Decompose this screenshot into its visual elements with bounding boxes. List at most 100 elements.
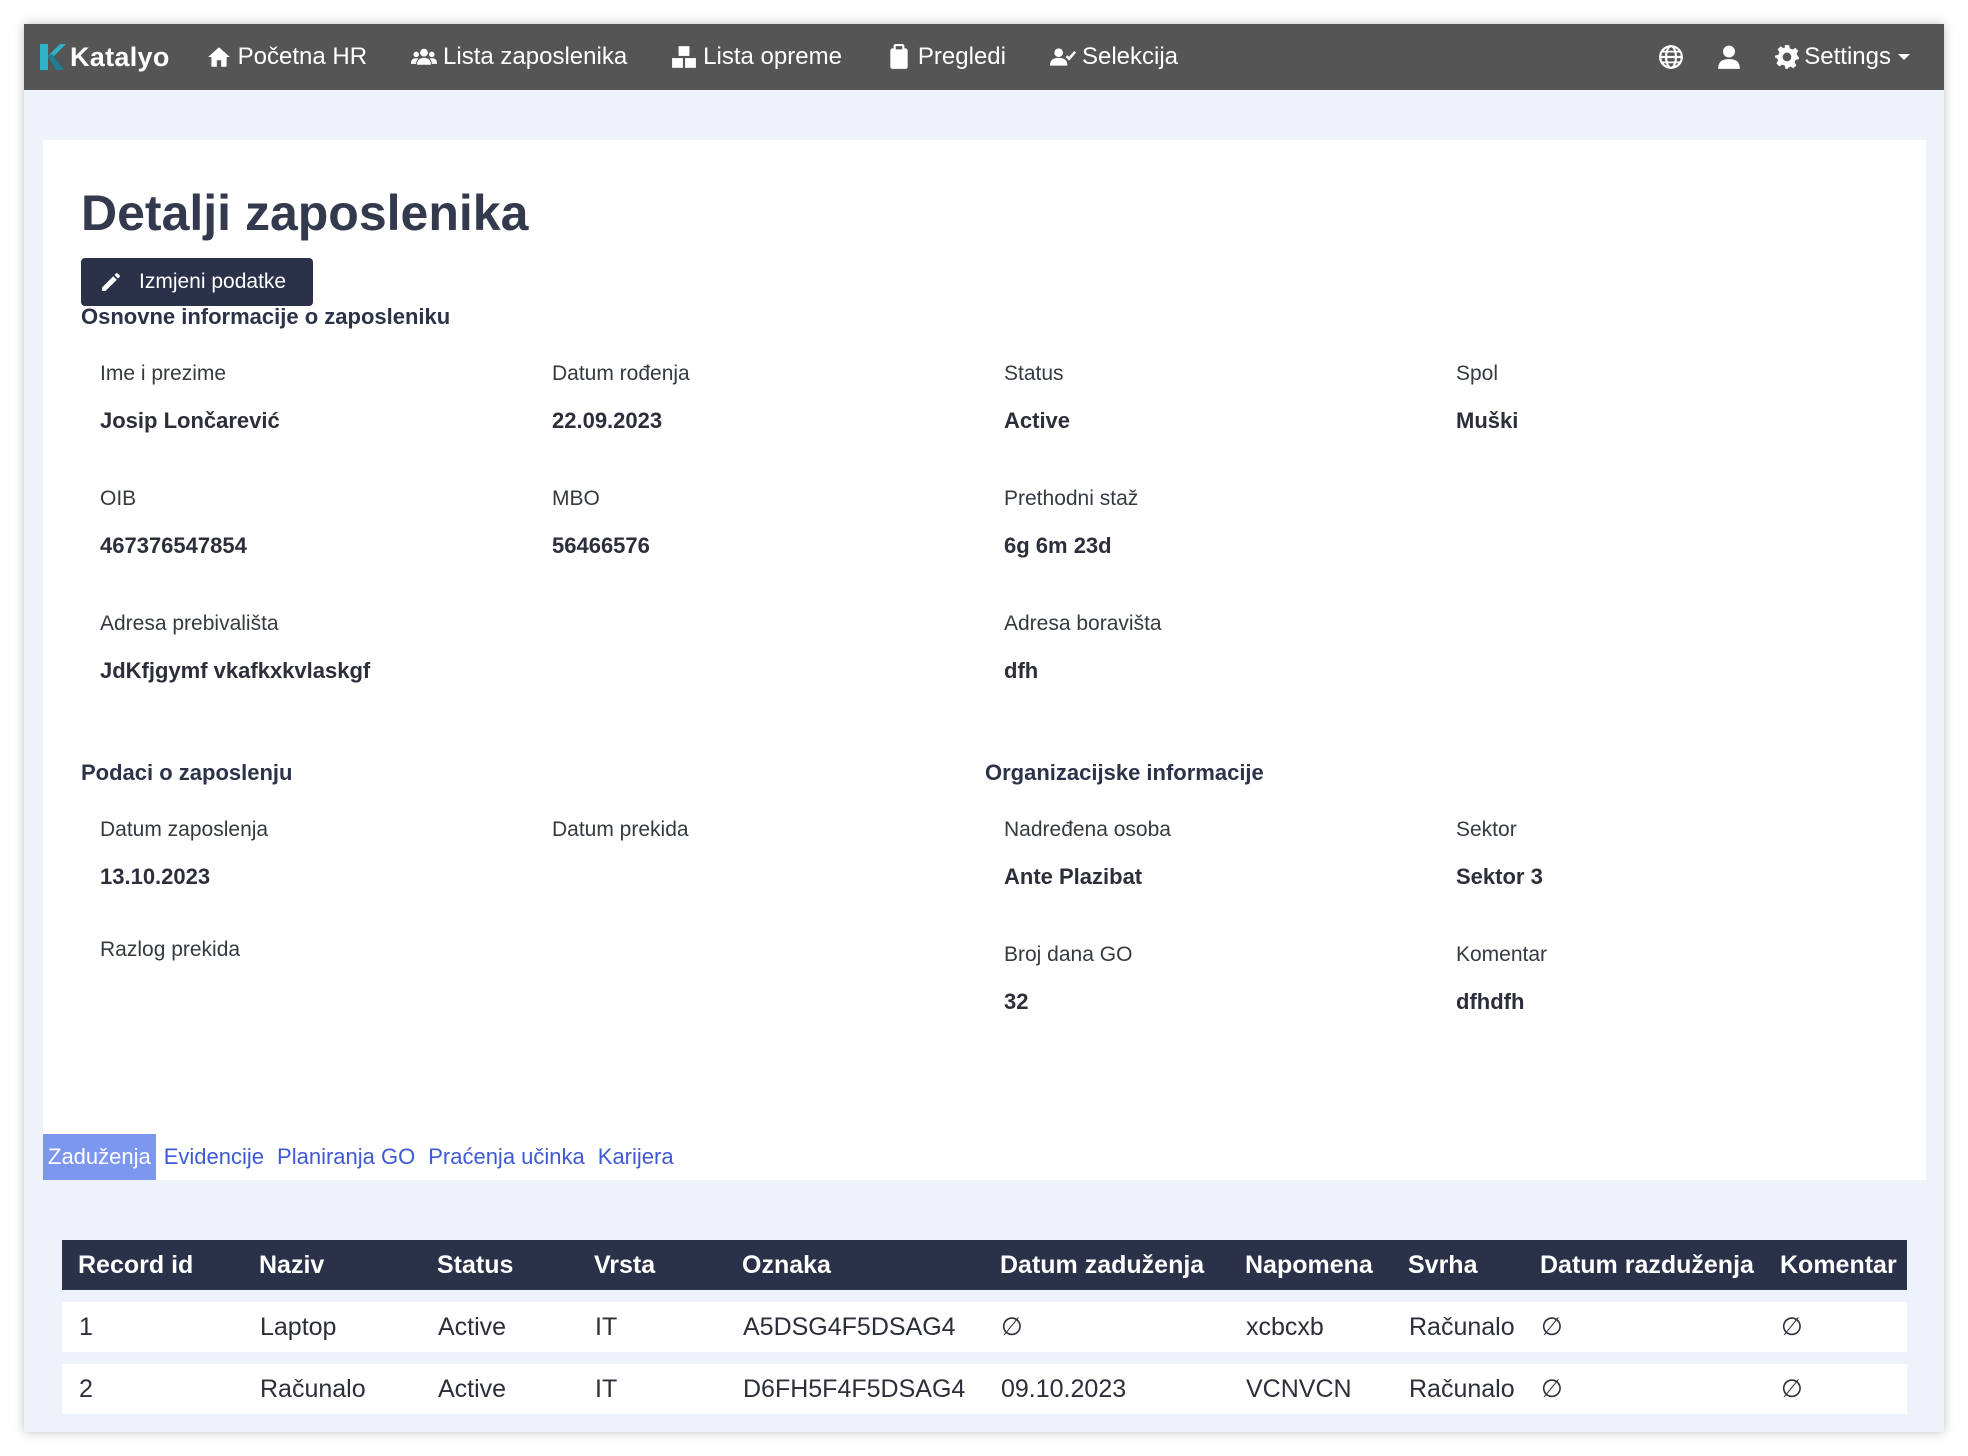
field-label: Spol: [1456, 362, 1499, 385]
settings-dropdown[interactable]: Settings: [1774, 43, 1910, 71]
edit-details-button[interactable]: Izmjeni podatke: [81, 258, 313, 306]
table-row[interactable]: 2 Računalo Active IT D6FH5F4F5DSAG4 09.1…: [62, 1364, 1907, 1414]
chevron-down-icon: [1898, 54, 1910, 60]
katalyo-logo-icon: [40, 44, 66, 70]
tab-karijera[interactable]: Karijera: [593, 1134, 679, 1180]
nav-item-lista-opreme[interactable]: Lista opreme: [671, 43, 842, 71]
app-window: Katalyo Početna HR Lista zaposlenika Lis…: [24, 24, 1944, 1432]
nav-item-label: Lista opreme: [703, 43, 842, 70]
employee-details-card: Detalji zaposlenika Izmjeni podatke Osno…: [43, 140, 1926, 1432]
field-label: Sektor: [1456, 818, 1517, 841]
table-header-row: Record id Naziv Status Vrsta Oznaka Datu…: [62, 1240, 1907, 1290]
user-profile-button[interactable]: [1716, 44, 1742, 70]
home-icon: [207, 47, 230, 67]
field-razlog-prekida: Razlog prekida: [100, 938, 520, 984]
table-cell: Računalo: [243, 1364, 421, 1414]
field-label: Datum zaposlenja: [100, 818, 269, 841]
table-cell: ∅: [1764, 1302, 1907, 1352]
table-cell: Računalo: [1392, 1364, 1524, 1414]
globe-icon: [1659, 45, 1684, 69]
field-value: 13.10.2023: [100, 864, 211, 889]
field-value: Sektor 3: [1456, 864, 1543, 889]
column-header-svrha[interactable]: Svrha: [1392, 1240, 1524, 1290]
field-mbo: MBO 56466576: [552, 487, 972, 559]
table-cell: 09.10.2023: [984, 1364, 1229, 1414]
zaduzenja-table: Record id Naziv Status Vrsta Oznaka Datu…: [62, 1228, 1907, 1426]
nav-item-pregledi[interactable]: Pregledi: [886, 43, 1006, 71]
field-value: 467376547854: [100, 533, 247, 558]
table-cell: IT: [578, 1302, 726, 1352]
field-prethodni-staz: Prethodni staž 6g 6m 23d: [1004, 487, 1424, 559]
field-datum-rodenja: Datum rođenja 22.09.2023: [552, 362, 972, 434]
table-cell: 2: [62, 1364, 243, 1414]
field-label: Adresa prebivališta: [100, 612, 279, 635]
section-title-organization: Organizacijske informacije: [985, 760, 1264, 785]
table-cell: ∅: [984, 1302, 1229, 1352]
column-header-oznaka[interactable]: Oznaka: [726, 1240, 984, 1290]
table-cell: A5DSG4F5DSAG4: [726, 1302, 984, 1352]
field-label: Status: [1004, 362, 1064, 385]
nav-item-label: Početna HR: [237, 43, 368, 70]
table-cell: IT: [578, 1364, 726, 1414]
field-datum-prekida: Datum prekida: [552, 818, 972, 864]
column-header-vrsta[interactable]: Vrsta: [578, 1240, 726, 1290]
field-label: Broj dana GO: [1004, 943, 1133, 966]
field-label: Datum prekida: [552, 818, 689, 841]
navbar-right: Settings: [1658, 43, 1910, 71]
user-check-icon: [1049, 48, 1076, 66]
brand[interactable]: Katalyo: [38, 42, 170, 73]
nav-item-pocetna-hr[interactable]: Početna HR: [206, 43, 367, 71]
nav-item-lista-zaposlenika[interactable]: Lista zaposlenika: [411, 43, 627, 71]
field-label: Ime i prezime: [100, 362, 227, 385]
table-cell: Računalo: [1392, 1302, 1524, 1352]
tab-panel-zaduzenja: Record id Naziv Status Vrsta Oznaka Datu…: [43, 1180, 1926, 1432]
column-header-datum-zaduzenja[interactable]: Datum zaduženja: [984, 1240, 1229, 1290]
field-sektor: Sektor Sektor 3: [1456, 818, 1876, 890]
field-spol: Spol Muški: [1456, 362, 1876, 434]
field-value: JdKfjgymf vkafkxkvlaskgf: [100, 658, 371, 683]
column-header-status[interactable]: Status: [421, 1240, 578, 1290]
field-value: 56466576: [552, 533, 650, 558]
table-row[interactable]: 1 Laptop Active IT A5DSG4F5DSAG4 ∅ xcbcx…: [62, 1302, 1907, 1352]
field-value: dfhdfh: [1456, 989, 1525, 1014]
field-komentar: Komentar dfhdfh: [1456, 943, 1876, 1015]
field-broj-dana-go: Broj dana GO 32: [1004, 943, 1424, 1015]
table-cell: VCNVCN: [1229, 1364, 1392, 1414]
field-label: MBO: [552, 487, 600, 510]
field-value: 6g 6m 23d: [1004, 533, 1112, 558]
column-header-naziv[interactable]: Naziv: [243, 1240, 421, 1290]
column-header-komentar[interactable]: Komentar: [1764, 1240, 1907, 1290]
section-title-employment: Podaci o zaposlenju: [81, 760, 293, 785]
language-button[interactable]: [1658, 44, 1684, 70]
column-header-datum-razduzenja[interactable]: Datum razduženja: [1524, 1240, 1764, 1290]
field-value: Muški: [1456, 408, 1519, 433]
gear-icon: [1775, 45, 1800, 69]
field-label: OIB: [100, 487, 137, 510]
top-navbar: Katalyo Početna HR Lista zaposlenika Lis…: [24, 24, 1944, 90]
field-value: 32: [1004, 989, 1029, 1014]
field-datum-zaposlenja: Datum zaposlenja 13.10.2023: [100, 818, 520, 890]
tab-planiranja-go[interactable]: Planiranja GO: [272, 1134, 420, 1180]
tab-evidencije[interactable]: Evidencije: [159, 1134, 269, 1180]
table-cell: xcbcxb: [1229, 1302, 1392, 1352]
nav-item-label: Pregledi: [917, 43, 1006, 70]
page-title: Detalji zaposlenika: [81, 185, 529, 241]
settings-label: Settings: [1804, 43, 1891, 70]
field-value: dfh: [1004, 658, 1039, 683]
tab-pracenja-ucinka[interactable]: Praćenja učinka: [423, 1134, 590, 1180]
users-icon: [411, 48, 438, 65]
nav-item-label: Selekcija: [1081, 43, 1179, 70]
section-title-basic-info: Osnovne informacije o zaposleniku: [81, 304, 451, 329]
field-ime-prezime: Ime i prezime Josip Lončarević: [100, 362, 520, 434]
field-nadredena-osoba: Nadređena osoba Ante Plazibat: [1004, 818, 1424, 890]
table-cell: Active: [421, 1302, 578, 1352]
edit-button-label: Izmjeni podatke: [139, 270, 287, 293]
column-header-napomena[interactable]: Napomena: [1229, 1240, 1392, 1290]
field-label: Datum rođenja: [552, 362, 690, 385]
brand-name: Katalyo: [70, 41, 170, 72]
field-value: Ante Plazibat: [1004, 864, 1143, 889]
nav-item-selekcija[interactable]: Selekcija: [1049, 43, 1179, 71]
tab-zaduzenja[interactable]: Zaduženja: [43, 1134, 156, 1180]
user-icon: [1718, 45, 1741, 69]
column-header-record-id[interactable]: Record id: [62, 1240, 243, 1290]
